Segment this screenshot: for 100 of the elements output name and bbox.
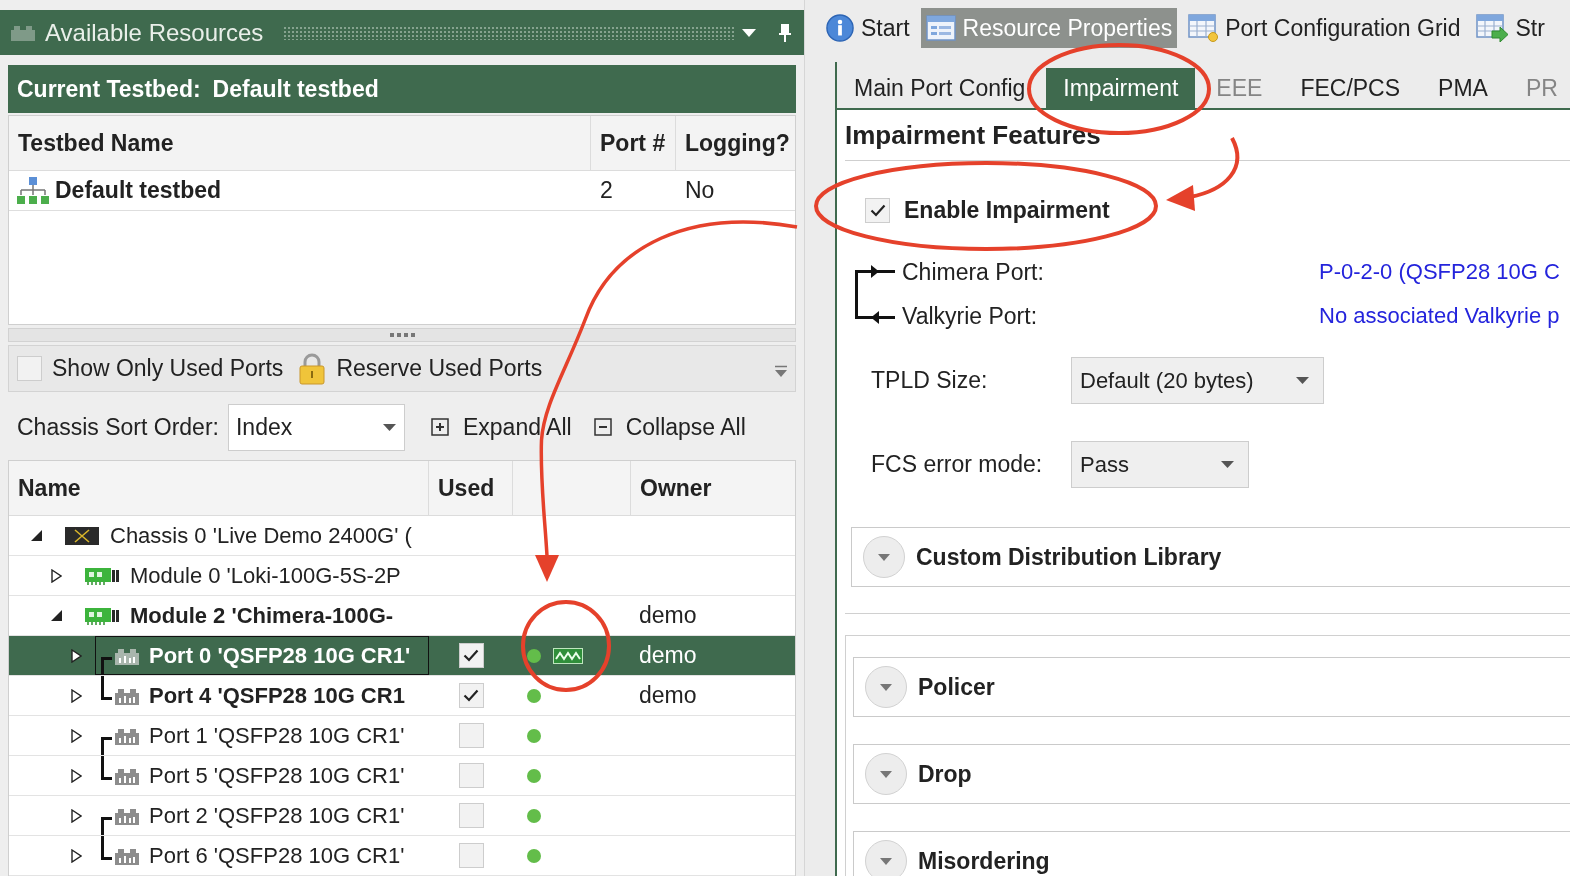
expand-toggle-button[interactable] <box>863 536 905 578</box>
dropdown-arrow-icon <box>1221 461 1234 468</box>
checkbox[interactable] <box>458 763 484 788</box>
collapse-all-button[interactable]: Collapse All <box>593 413 746 441</box>
expanded-arrow-icon[interactable] <box>31 530 42 541</box>
node-name: Port 4 'QSFP28 10G CR1 <box>149 682 405 709</box>
expander-header[interactable]: Custom Distribution Library <box>851 527 1570 587</box>
dropdown-arrow-icon[interactable] <box>742 28 756 37</box>
expand-toggle-button[interactable] <box>865 840 907 876</box>
expander-header[interactable]: Drop <box>853 744 1570 804</box>
field-label: Valkyrie Port: <box>902 302 1039 330</box>
module-card-icon <box>85 606 119 625</box>
port-icon <box>115 726 139 745</box>
chevron-down-icon <box>880 857 892 865</box>
port-icon <box>115 806 139 825</box>
testbed-name: Default testbed <box>212 75 379 103</box>
minus-box-icon <box>593 418 612 436</box>
table-cell: Default testbed <box>55 177 222 204</box>
collapsed-arrow-icon[interactable] <box>71 648 82 663</box>
tree-row[interactable]: Port 0 'QSFP28 10G CR1' demo <box>9 636 795 676</box>
owner-text: demo <box>639 682 697 709</box>
checkbox-label[interactable]: Show Only Used Ports <box>52 355 284 382</box>
property-tab[interactable]: Main Port Config <box>837 68 1043 108</box>
expander-title: Custom Distribution Library <box>916 543 1222 571</box>
expand-toggle-button[interactable] <box>865 666 907 708</box>
node-name: Port 6 'QSFP28 10G CR1' <box>149 842 405 869</box>
owner-text: demo <box>639 642 697 669</box>
field-label: TPLD Size: <box>871 367 989 394</box>
collapsed-arrow-icon[interactable] <box>71 768 82 783</box>
sort-select[interactable]: Index <box>227 403 405 451</box>
node-name: Chassis 0 'Live Demo 2400G' ( <box>110 522 412 549</box>
port-link[interactable]: No associated Valkyrie p <box>1319 303 1560 329</box>
chevron-down-icon <box>880 683 892 691</box>
column-header[interactable]: Used <box>438 474 495 502</box>
node-name: Port 2 'QSFP28 10G CR1' <box>149 802 405 829</box>
expander-header[interactable]: Policer <box>853 657 1570 717</box>
checkbox[interactable] <box>458 643 484 668</box>
table-arrow-icon <box>1476 14 1509 42</box>
collapsed-arrow-icon[interactable] <box>71 728 82 743</box>
collapsed-arrow-icon[interactable] <box>71 808 82 823</box>
property-tab[interactable]: PMA <box>1421 68 1505 108</box>
node-name: Port 1 'QSFP28 10G CR1' <box>149 722 405 749</box>
expander-header[interactable]: Misordering <box>853 831 1570 876</box>
column-header[interactable]: Owner <box>640 474 712 502</box>
tree-row[interactable]: Port 5 'QSFP28 10G CR1' <box>9 756 795 796</box>
expand-all-button[interactable]: Expand All <box>430 413 572 441</box>
port-icon <box>11 24 35 41</box>
chevron-down-icon <box>878 553 890 561</box>
expanded-arrow-icon[interactable] <box>51 610 62 621</box>
port-icon <box>115 646 139 665</box>
port-icon <box>115 766 139 785</box>
plus-box-icon <box>430 418 449 436</box>
checkbox[interactable] <box>458 803 484 828</box>
property-tab[interactable]: FEC/PCS <box>1283 68 1418 108</box>
column-header[interactable]: Name <box>18 474 81 502</box>
overflow-chevron-icon[interactable] <box>774 365 788 378</box>
expand-toggle-button[interactable] <box>865 753 907 795</box>
expander-title: Drop <box>918 760 972 788</box>
lock-icon <box>298 352 327 385</box>
tree-row[interactable]: Port 6 'QSFP28 10G CR1' <box>9 836 795 876</box>
port-link[interactable]: P-0-2-0 (QSFP28 10G C <box>1319 259 1560 285</box>
field-label: Chimera Port: <box>902 258 1045 286</box>
collapsed-arrow-icon[interactable] <box>71 688 82 703</box>
column-header[interactable]: Port # <box>600 129 666 157</box>
collapsed-arrow-icon[interactable] <box>51 568 62 583</box>
table-cell: No <box>685 177 715 204</box>
grip-icon <box>389 333 415 337</box>
dropdown-select[interactable]: Pass <box>1071 441 1249 488</box>
dropdown-arrow-icon <box>1295 377 1309 384</box>
checkbox[interactable] <box>458 843 484 868</box>
pin-icon[interactable] <box>779 23 791 42</box>
sort-label: Chassis Sort Order: <box>17 413 219 441</box>
field-label: FCS error mode: <box>871 451 1044 478</box>
checkbox[interactable] <box>17 356 42 381</box>
node-name: Module 2 'Chimera-100G- <box>130 602 394 629</box>
checkbox[interactable] <box>458 683 484 708</box>
checkbox[interactable] <box>458 723 484 748</box>
document-tab[interactable]: Port Configuration Grid <box>1183 8 1466 48</box>
node-name: Port 5 'QSFP28 10G CR1' <box>149 762 405 789</box>
hierarchy-icon <box>17 176 49 205</box>
module-card-icon <box>85 566 119 585</box>
section-title: Impairment Features <box>845 120 1101 150</box>
document-tab[interactable]: Start <box>821 8 915 48</box>
tree-row[interactable]: Port 4 'QSFP28 10G CR1 demo <box>9 676 795 716</box>
reserve-ports-button[interactable]: Reserve Used Ports <box>298 352 543 385</box>
collapsed-arrow-icon[interactable] <box>71 848 82 863</box>
testbed-label: Current Testbed: <box>17 75 201 103</box>
column-header[interactable]: Logging? <box>685 129 790 157</box>
property-tab[interactable]: Impairment <box>1046 68 1196 108</box>
document-tab[interactable]: Str <box>1471 8 1550 48</box>
dropdown-arrow-icon <box>382 423 396 431</box>
chassis-icon <box>65 526 99 545</box>
expander-title: Misordering <box>918 847 1050 875</box>
panel-title: Available Resources <box>45 18 264 47</box>
checkbox-label[interactable]: Enable Impairment <box>904 197 1110 224</box>
dropdown-select[interactable]: Default (20 bytes) <box>1071 357 1324 404</box>
column-header[interactable]: Testbed Name <box>18 129 174 157</box>
checkbox[interactable] <box>865 198 890 223</box>
chevron-down-icon <box>880 770 892 778</box>
node-name: Module 0 'Loki-100G-5S-2P <box>130 562 401 589</box>
